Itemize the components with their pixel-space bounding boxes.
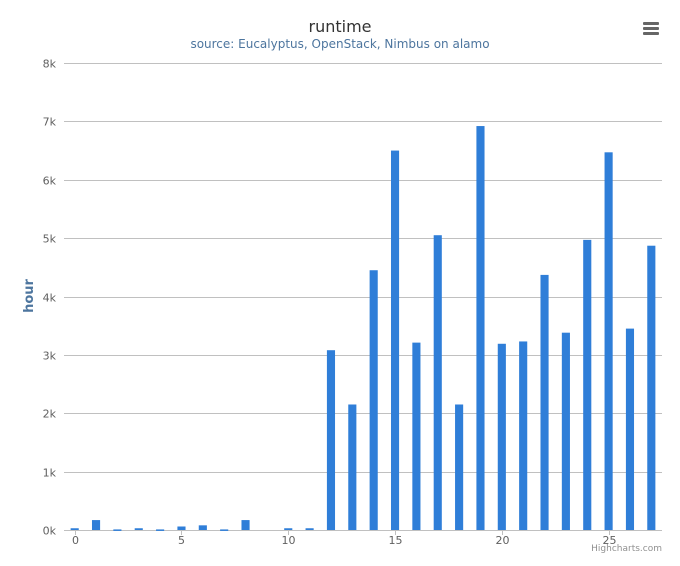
bar[interactable] — [91, 520, 101, 530]
bar[interactable] — [220, 529, 229, 531]
bar[interactable] — [326, 350, 336, 530]
bar[interactable] — [134, 528, 143, 530]
bar[interactable] — [455, 404, 464, 530]
x-tick-label: 5 — [178, 534, 185, 547]
bar[interactable] — [156, 529, 165, 531]
y-tick-label: 5k — [43, 233, 57, 246]
bar[interactable] — [497, 343, 506, 530]
x-tick-label: 0 — [72, 534, 79, 547]
chart: runtime source: Eucalyptus, OpenStack, N… — [0, 0, 680, 566]
credits-link[interactable]: Highcharts.com — [591, 544, 662, 554]
bar[interactable] — [433, 235, 442, 530]
bar[interactable] — [198, 525, 207, 530]
bar[interactable] — [305, 528, 314, 530]
gridlines — [64, 63, 662, 531]
bar[interactable] — [70, 528, 79, 530]
x-tick-label: 20 — [496, 534, 510, 547]
y-axis-label: hour — [22, 278, 37, 312]
plot-area: 0k1k2k3k4k5k6k7k8k 0 5 10 15 20 25 hour — [22, 58, 662, 547]
bar[interactable] — [561, 332, 570, 530]
bar[interactable] — [412, 342, 421, 530]
y-tick-label: 8k — [43, 58, 57, 71]
bar[interactable] — [625, 328, 635, 530]
bar[interactable] — [113, 529, 122, 531]
y-tick-label: 0k — [43, 525, 57, 538]
bar[interactable] — [540, 274, 549, 530]
bar[interactable] — [241, 520, 250, 530]
y-tick-label: 6k — [43, 175, 57, 188]
bar[interactable] — [177, 526, 186, 531]
y-tick-label: 1k — [43, 467, 57, 480]
x-axis-ticks: 0 5 10 15 20 25 — [72, 530, 617, 547]
bar[interactable] — [583, 239, 592, 530]
bar[interactable] — [476, 126, 485, 531]
bar[interactable] — [604, 152, 613, 530]
bar[interactable] — [647, 245, 656, 530]
bar[interactable] — [369, 270, 378, 530]
bars — [70, 126, 656, 531]
y-tick-label: 4k — [43, 292, 57, 305]
x-tick-label: 10 — [282, 534, 296, 547]
y-tick-label: 7k — [43, 116, 57, 129]
bar[interactable] — [390, 150, 400, 530]
y-axis-ticks: 0k 1k 2k 3k 4k 5k 6k 7k 8k — [43, 58, 57, 538]
y-tick-label: 2k — [43, 408, 57, 421]
bar[interactable] — [348, 404, 357, 530]
x-tick-label: 15 — [389, 534, 403, 547]
bar[interactable] — [284, 528, 293, 530]
bar[interactable] — [519, 341, 528, 530]
y-tick-label: 3k — [43, 350, 57, 363]
